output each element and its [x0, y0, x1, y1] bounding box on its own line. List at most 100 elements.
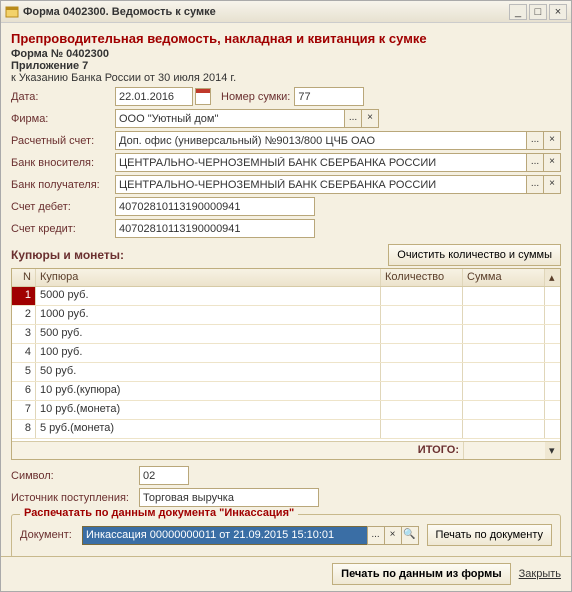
cell-q[interactable]: [381, 325, 463, 343]
acct-clear-button[interactable]: ×: [543, 131, 561, 150]
cell-s[interactable]: [463, 420, 545, 438]
table-row[interactable]: 550 руб.: [12, 363, 560, 382]
firm-clear-button[interactable]: ×: [361, 109, 379, 128]
date-label: Дата:: [11, 91, 115, 103]
table-row[interactable]: 4100 руб.: [12, 344, 560, 363]
grid-title: Купюры и монеты:: [11, 248, 124, 262]
table-row[interactable]: 710 руб.(монета): [12, 401, 560, 420]
cell-q[interactable]: [381, 401, 463, 419]
close-button[interactable]: ×: [549, 4, 567, 20]
cell-q[interactable]: [381, 344, 463, 362]
reference-label: к Указанию Банка России от 30 июля 2014 …: [11, 72, 561, 84]
debit-label: Счет дебет:: [11, 201, 115, 213]
col-s[interactable]: Сумма: [463, 269, 545, 286]
doc-label: Документ:: [20, 529, 82, 541]
scroll-up-icon[interactable]: ▴: [545, 269, 560, 286]
currency-grid[interactable]: N Купюра Количество Сумма ▴ 15000 руб.21…: [11, 268, 561, 460]
app-icon: [5, 5, 19, 19]
minimize-button[interactable]: _: [509, 4, 527, 20]
firm-input[interactable]: [115, 109, 345, 128]
bag-label: Номер сумки:: [221, 91, 290, 103]
firm-label: Фирма:: [11, 113, 115, 125]
cell-k: 500 руб.: [36, 325, 381, 343]
acct-label: Расчетный счет:: [11, 135, 115, 147]
col-k[interactable]: Купюра: [36, 269, 381, 286]
page-heading: Препроводительная ведомость, накладная и…: [11, 31, 561, 46]
bank-out-clear-button[interactable]: ×: [543, 175, 561, 194]
cell-n: 8: [12, 420, 36, 438]
total-label: ИТОГО:: [381, 442, 463, 459]
source-label: Источник поступления:: [11, 492, 139, 504]
close-link[interactable]: Закрыть: [519, 568, 561, 580]
doc-clear-button[interactable]: ×: [384, 526, 402, 545]
bag-input[interactable]: [294, 87, 364, 106]
table-row[interactable]: 85 руб.(монета): [12, 420, 560, 439]
cell-s[interactable]: [463, 382, 545, 400]
cell-n: 1: [12, 287, 36, 305]
calendar-icon[interactable]: [195, 88, 211, 105]
credit-input[interactable]: [115, 219, 315, 238]
table-row[interactable]: 21000 руб.: [12, 306, 560, 325]
date-input[interactable]: [115, 87, 193, 106]
bank-in-label: Банк вносителя:: [11, 157, 115, 169]
bank-in-input[interactable]: [115, 153, 527, 172]
table-row[interactable]: 15000 руб.: [12, 287, 560, 306]
doc-input[interactable]: [82, 526, 368, 545]
total-value: [463, 442, 545, 459]
cell-q[interactable]: [381, 420, 463, 438]
clear-button[interactable]: Очистить количество и суммы: [388, 244, 561, 266]
doc-select-button[interactable]: ...: [367, 526, 385, 545]
cell-k: 10 руб.(купюра): [36, 382, 381, 400]
cell-n: 2: [12, 306, 36, 324]
cell-n: 3: [12, 325, 36, 343]
cell-q[interactable]: [381, 287, 463, 305]
credit-label: Счет кредит:: [11, 223, 115, 235]
window-title: Форма 0402300. Ведомость к сумке: [23, 6, 507, 18]
cell-k: 5000 руб.: [36, 287, 381, 305]
cell-n: 7: [12, 401, 36, 419]
doc-open-button[interactable]: 🔍: [401, 526, 419, 545]
acct-select-button[interactable]: ...: [526, 131, 544, 150]
form-number: Форма № 0402300: [11, 48, 561, 60]
cell-n: 5: [12, 363, 36, 381]
source-input[interactable]: [139, 488, 319, 507]
cell-n: 6: [12, 382, 36, 400]
bank-out-input[interactable]: [115, 175, 527, 194]
symbol-label: Символ:: [11, 470, 139, 482]
print-fieldset: Распечатать по данным документа "Инкасса…: [11, 514, 561, 556]
cell-s[interactable]: [463, 401, 545, 419]
titlebar: Форма 0402300. Ведомость к сумке _ □ ×: [1, 1, 571, 23]
table-row[interactable]: 3500 руб.: [12, 325, 560, 344]
print-legend: Распечатать по данным документа "Инкасса…: [20, 507, 298, 519]
cell-n: 4: [12, 344, 36, 362]
cell-s[interactable]: [463, 306, 545, 324]
cell-s[interactable]: [463, 363, 545, 381]
maximize-button[interactable]: □: [529, 4, 547, 20]
cell-s[interactable]: [463, 287, 545, 305]
bank-in-clear-button[interactable]: ×: [543, 153, 561, 172]
cell-k: 100 руб.: [36, 344, 381, 362]
cell-k: 10 руб.(монета): [36, 401, 381, 419]
debit-input[interactable]: [115, 197, 315, 216]
appendix-label: Приложение 7: [11, 60, 561, 72]
cell-s[interactable]: [463, 344, 545, 362]
cell-k: 5 руб.(монета): [36, 420, 381, 438]
scroll-down-icon[interactable]: ▾: [545, 442, 560, 459]
acct-input[interactable]: [115, 131, 527, 150]
print-doc-button[interactable]: Печать по документу: [427, 524, 553, 546]
firm-select-button[interactable]: ...: [344, 109, 362, 128]
bank-in-select-button[interactable]: ...: [526, 153, 544, 172]
bank-out-label: Банк получателя:: [11, 179, 115, 191]
cell-q[interactable]: [381, 382, 463, 400]
bank-out-select-button[interactable]: ...: [526, 175, 544, 194]
print-form-button[interactable]: Печать по данным из формы: [332, 563, 510, 585]
table-row[interactable]: 610 руб.(купюра): [12, 382, 560, 401]
col-n[interactable]: N: [12, 269, 36, 286]
cell-q[interactable]: [381, 306, 463, 324]
cell-s[interactable]: [463, 325, 545, 343]
cell-k: 1000 руб.: [36, 306, 381, 324]
cell-k: 50 руб.: [36, 363, 381, 381]
col-q[interactable]: Количество: [381, 269, 463, 286]
cell-q[interactable]: [381, 363, 463, 381]
symbol-input[interactable]: [139, 466, 189, 485]
